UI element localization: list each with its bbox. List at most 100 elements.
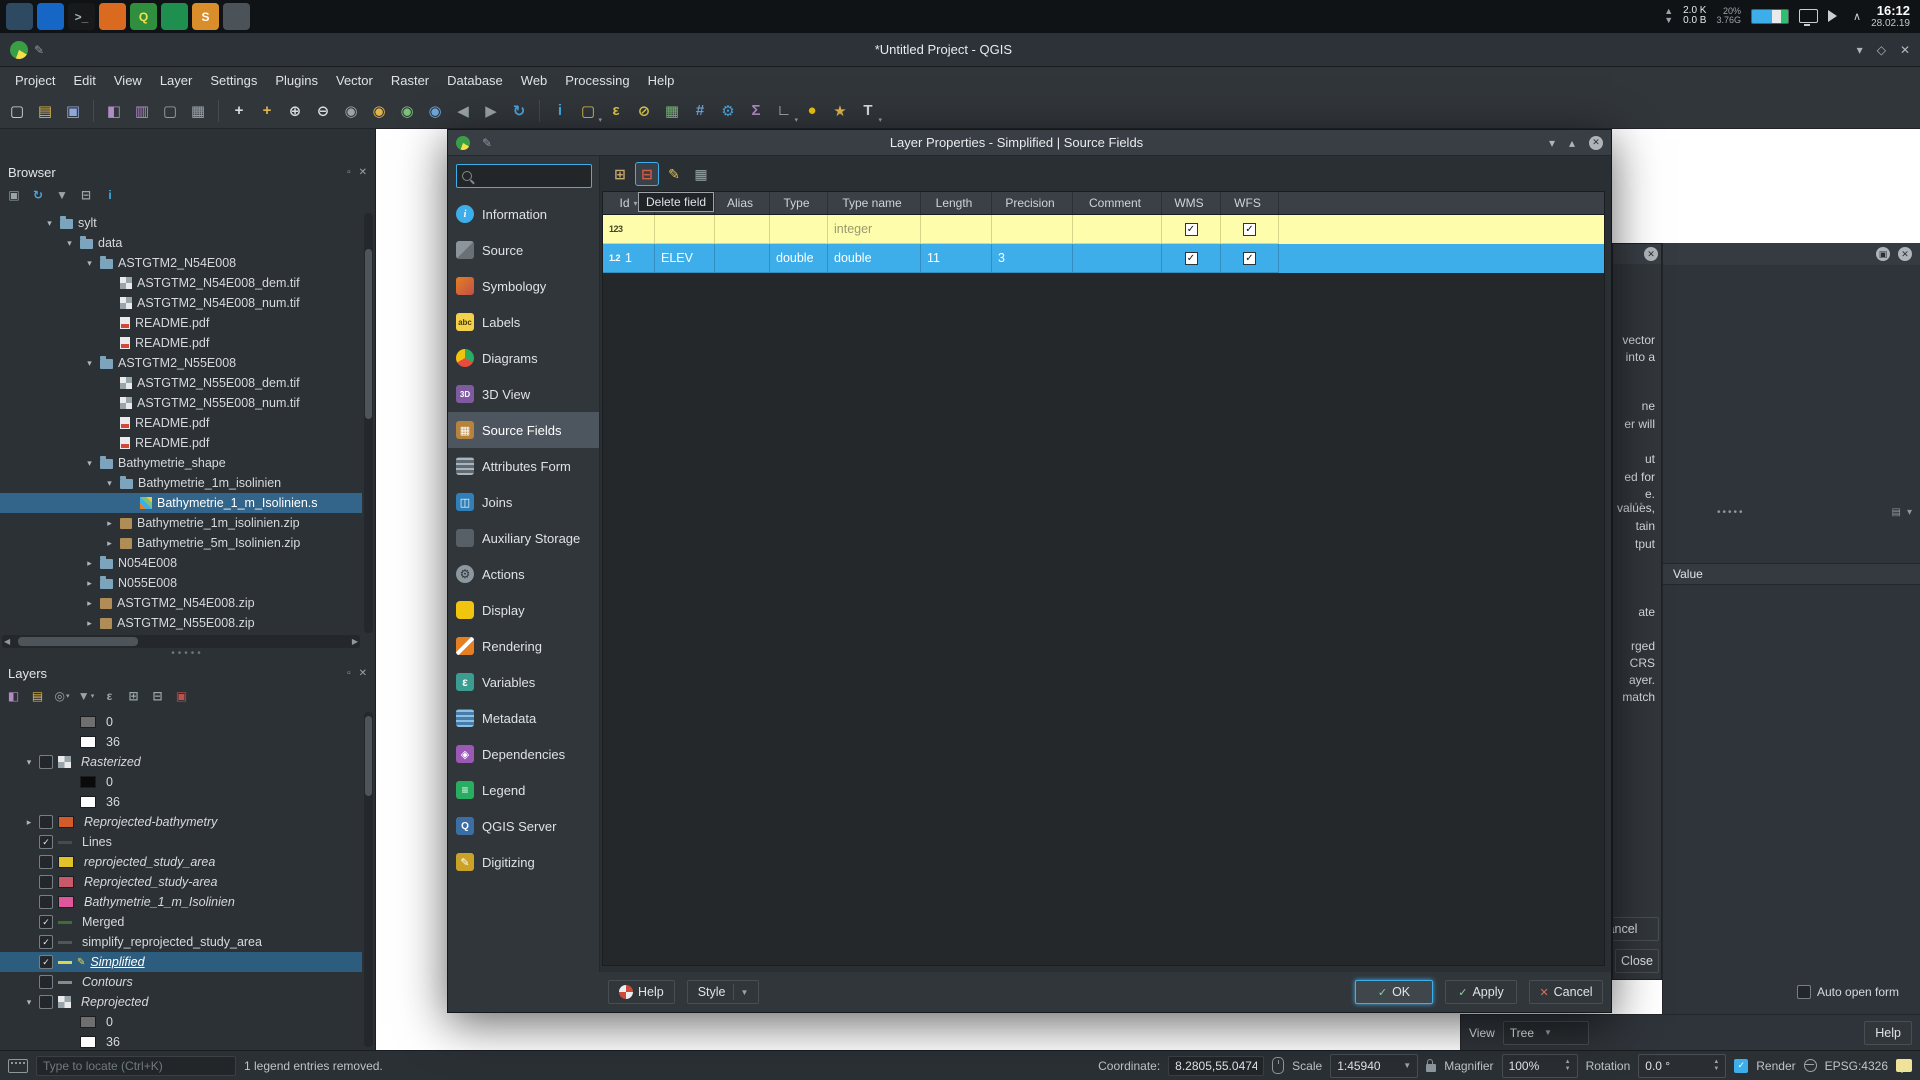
layers-toolbar-icon[interactable]: ⊟ (148, 686, 168, 706)
toolbar-icon[interactable]: ▦ (659, 97, 685, 125)
taskbar-app-icon[interactable] (6, 3, 33, 30)
toolbar-icon[interactable]: ◉ (338, 97, 364, 125)
toolbar-icon[interactable] (539, 99, 540, 122)
browser-toolbar-icon[interactable]: ▼ (52, 185, 72, 205)
expand-arrow-icon[interactable]: ▸ (24, 817, 34, 828)
minimize-button[interactable]: ▾ (1857, 43, 1863, 57)
menu-item[interactable]: Processing (556, 73, 638, 88)
toolbar-icon[interactable]: ◉ (366, 97, 392, 125)
browser-tree-item[interactable]: ▾ Bathymetrie_shape (0, 453, 362, 473)
dialog-sidebar-item[interactable]: i Information (448, 196, 599, 232)
apply-button[interactable]: ✓ Apply (1445, 980, 1517, 1004)
toolbar-icon[interactable] (93, 99, 94, 122)
layer-item[interactable]: ▸ Reprojected-bathymetry (0, 812, 362, 832)
browser-tree-item[interactable]: ▸ N055E008 (0, 573, 362, 593)
browser-tree-item[interactable]: README.pdf (0, 333, 362, 353)
volume-icon[interactable] (1828, 10, 1843, 23)
close-icon[interactable]: ✕ (1644, 247, 1658, 261)
menu-item[interactable]: Web (512, 73, 557, 88)
background-dialog-titlebar[interactable]: ✕ (1613, 244, 1661, 264)
browser-tree-item[interactable]: Bathymetrie_1_m_Isolinien.s (0, 493, 362, 513)
layer-item[interactable]: 0 (0, 1012, 362, 1032)
cancel-button[interactable]: ✕ Cancel (1529, 980, 1603, 1004)
dialog-sidebar-item[interactable]: Symbology (448, 268, 599, 304)
expand-arrow-icon[interactable]: ▾ (44, 218, 55, 229)
browser-tree-item[interactable]: ASTGTM2_N55E008_num.tif (0, 393, 362, 413)
view-mode-select[interactable]: Tree ▼ (1502, 1020, 1589, 1045)
toolbar-icon[interactable]: ◉ (394, 97, 420, 125)
dialog-sidebar-item[interactable]: Q QGIS Server (448, 808, 599, 844)
expand-arrow-icon[interactable]: ▾ (84, 458, 95, 469)
scroll-left-icon[interactable]: ◀ (4, 637, 10, 646)
layer-visibility-checkbox[interactable] (39, 755, 53, 769)
browser-tree-item[interactable]: ▾ ASTGTM2_N54E008 (0, 253, 362, 273)
dialog-close-icon[interactable]: ✕ (1589, 135, 1603, 150)
expand-arrow-icon[interactable]: ▾ (24, 997, 34, 1008)
toolbar-icon[interactable]: ● (799, 97, 825, 125)
expand-arrow-icon[interactable]: ▸ (84, 558, 95, 569)
display-icon[interactable] (1799, 9, 1818, 27)
toolbar-icon[interactable]: ▦ (185, 97, 211, 125)
layer-visibility-checkbox[interactable] (39, 875, 53, 889)
dialog-sidebar-item[interactable]: ✎ Digitizing (448, 844, 599, 880)
toolbar-icon[interactable]: ⊘ (631, 97, 657, 125)
browser-vertical-scrollbar[interactable] (364, 213, 373, 633)
layers-vertical-scrollbar[interactable] (364, 712, 373, 1047)
magnifier-spinner[interactable]: 100% ▲ ▼ (1501, 1053, 1578, 1078)
layers-toolbar-icon[interactable]: ⊞ (124, 686, 144, 706)
taskbar-app-icon[interactable] (37, 3, 64, 30)
toolbar-icon[interactable]: ◀ (450, 97, 476, 125)
properties-search-box[interactable] (456, 164, 592, 188)
browser-tree-item[interactable]: README.pdf (0, 313, 362, 333)
locate-input[interactable] (36, 1055, 236, 1076)
column-header[interactable]: WMS (1162, 192, 1221, 214)
background-close-button[interactable]: Close (1615, 949, 1659, 973)
dialog-sidebar-item[interactable]: Attributes Form (448, 448, 599, 484)
browser-tree-item[interactable]: ▾ ASTGTM2_N55E008 (0, 353, 362, 373)
menu-item[interactable]: Plugins (266, 73, 327, 88)
column-header[interactable]: WFS (1221, 192, 1279, 214)
menu-item[interactable]: View (105, 73, 151, 88)
browser-toolbar-icon[interactable]: ⊟ (76, 185, 96, 205)
toolbar-icon[interactable]: ∟ ▾ (771, 97, 798, 125)
search-input[interactable] (477, 168, 586, 184)
layers-toolbar-icon[interactable]: ε (100, 686, 120, 706)
panel-float-icon[interactable]: ▫ (347, 668, 351, 679)
dialog-sidebar-item[interactable]: ≡ Legend (448, 772, 599, 808)
dialog-sidebar-item[interactable]: Source (448, 232, 599, 268)
rotation-spinner[interactable]: 0.0 ° ▲ ▼ (1638, 1053, 1727, 1078)
layer-visibility-checkbox[interactable] (39, 815, 53, 829)
menu-item[interactable]: Settings (201, 73, 266, 88)
layers-toolbar-icon[interactable]: ◧ (4, 686, 24, 706)
toolbar-icon[interactable]: ▶ (478, 97, 504, 125)
layer-item[interactable]: Contours (0, 972, 362, 992)
layer-item[interactable]: 0 (0, 712, 362, 732)
toolbar-icon[interactable]: ⊖ (310, 97, 336, 125)
toolbar-icon[interactable]: ↻ (506, 97, 532, 125)
browser-horizontal-scrollbar[interactable]: ◀ ▶ (2, 635, 360, 648)
pin-icon[interactable]: ✎ (482, 136, 492, 150)
layer-visibility-checkbox[interactable] (39, 935, 53, 949)
column-header[interactable]: Length (921, 192, 992, 214)
layers-toolbar-icon[interactable]: ▤ (28, 686, 48, 706)
layer-visibility-checkbox[interactable] (39, 975, 53, 989)
dialog-sidebar-item[interactable]: Diagrams (448, 340, 599, 376)
menu-item[interactable]: Help (639, 73, 684, 88)
browser-tree-item[interactable]: ▾ data (0, 233, 362, 253)
toolbar-icon[interactable]: ◉ (422, 97, 448, 125)
browser-tree-item[interactable]: ASTGTM2_N54E008_num.tif (0, 293, 362, 313)
taskbar-app-icon[interactable]: >_ (68, 3, 95, 30)
toolbar-icon[interactable] (218, 99, 219, 122)
dialog-sidebar-item[interactable]: Metadata (448, 700, 599, 736)
clock[interactable]: 16:12 28.02.19 (1871, 3, 1910, 29)
toolbar-icon[interactable]: ▣ (60, 97, 86, 125)
column-header[interactable]: Comment (1073, 192, 1162, 214)
browser-toolbar-icon[interactable]: ▣ (4, 185, 24, 205)
wfs-checkbox[interactable] (1243, 222, 1256, 236)
dialog-sidebar-item[interactable]: Rendering (448, 628, 599, 664)
layer-item[interactable]: ✎ Simplified (0, 952, 362, 972)
render-checkbox[interactable] (1734, 1058, 1749, 1073)
expand-arrow-icon[interactable]: ▾ (84, 258, 95, 269)
fields-toolbar-icon[interactable]: ⊞ (608, 162, 632, 186)
toolbar-icon[interactable]: i (547, 97, 573, 125)
